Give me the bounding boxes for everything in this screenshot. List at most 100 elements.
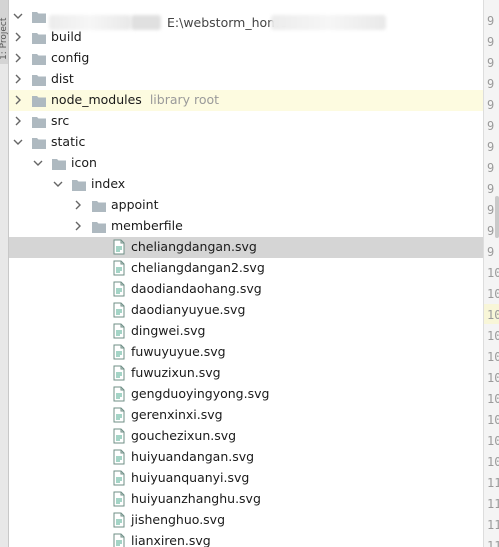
svg-file-icon	[112, 386, 128, 402]
chevron-down-icon[interactable]	[33, 158, 43, 168]
line-number: 10	[487, 287, 499, 301]
tree-file-row[interactable]: gengduoyingyong.svg	[9, 384, 483, 405]
tree-item-label: fuwuzixun.svg	[131, 365, 221, 380]
svg-file-icon	[112, 407, 128, 423]
tree-folder-row[interactable]: appoint	[9, 195, 483, 216]
tree-folder-row[interactable]: memberfile	[9, 216, 483, 237]
line-number: 9	[487, 224, 495, 238]
tree-item-label: huiyuandangan.svg	[131, 449, 254, 464]
svg-file-icon	[112, 239, 128, 255]
tree-item-name: dingwei.svg	[131, 323, 206, 338]
tree-item-label: jishenghuo.svg	[131, 512, 225, 527]
tree-item-name: build	[51, 29, 82, 44]
tree-file-row[interactable]: huiyuanzhanghu.svg	[9, 489, 483, 510]
chevron-down-icon[interactable]	[53, 179, 63, 189]
tree-item-name: dist	[51, 71, 74, 86]
tree-item-label: huiyuanzhanghu.svg	[131, 491, 261, 506]
tree-file-row[interactable]: huiyuandangan.svg	[9, 447, 483, 468]
tree-file-row[interactable]: fuwuyuyue.svg	[9, 342, 483, 363]
scrollbar-thumb[interactable]	[495, 196, 499, 238]
folder-icon	[91, 199, 107, 213]
tree-item-name: node_modules	[51, 92, 142, 107]
svg-file-icon	[112, 344, 128, 360]
folder-icon	[91, 220, 107, 234]
line-number: 11	[487, 518, 499, 532]
chevron-right-icon[interactable]	[13, 53, 23, 63]
folder-icon	[31, 94, 47, 108]
tree-folder-row[interactable]: build	[9, 27, 483, 48]
tree-item-name: fuwuzixun.svg	[131, 365, 221, 380]
folder-icon	[31, 10, 47, 24]
tree-file-row[interactable]: daodianyuyue.svg	[9, 300, 483, 321]
tree-file-row[interactable]: fuwuzixun.svg	[9, 363, 483, 384]
tree-item-label: lianxiren.svg	[131, 533, 211, 547]
line-number: 9	[487, 56, 495, 70]
line-number: 10	[487, 266, 499, 280]
svg-file-icon	[112, 470, 128, 486]
tree-file-row[interactable]: lianxiren.svg	[9, 531, 483, 547]
tree-item-label: node_modules library root	[51, 92, 219, 107]
tree-folder-row[interactable]: dist	[9, 69, 483, 90]
folder-icon	[71, 178, 87, 192]
tree-item-label: static	[51, 134, 85, 149]
tree-item-label: cheliangdangan.svg	[131, 239, 257, 254]
line-number: 11	[487, 497, 499, 511]
tree-file-row[interactable]: dingwei.svg	[9, 321, 483, 342]
svg-file-icon	[112, 449, 128, 465]
tree-item-name: gouchezixun.svg	[131, 428, 237, 443]
tree-folder-row[interactable]: src	[9, 111, 483, 132]
project-tool-tab[interactable]: 1: Project	[0, 0, 9, 64]
tree-item-name: jishenghuo.svg	[131, 512, 226, 527]
chevron-right-icon[interactable]	[13, 32, 23, 42]
tree-item-label: config	[51, 50, 89, 65]
tree-folder-row[interactable]: icon	[9, 153, 483, 174]
tree-file-row[interactable]: huiyuanquanyi.svg	[9, 468, 483, 489]
tree-item-label: dist	[51, 71, 74, 86]
tree-folder-row[interactable]: config	[9, 48, 483, 69]
line-number: 9	[487, 161, 495, 175]
chevron-right-icon[interactable]	[73, 200, 83, 210]
folder-icon	[51, 157, 67, 171]
tree-root-row[interactable]: E:\webstorm_home	[9, 6, 483, 30]
chevron-down-icon[interactable]	[13, 137, 23, 147]
line-number: 10	[487, 455, 499, 469]
tree-file-row[interactable]: jishenghuo.svg	[9, 510, 483, 531]
tree-folder-row[interactable]: node_modules library root	[9, 90, 483, 111]
svg-file-icon	[112, 491, 128, 507]
tree-file-row[interactable]: gouchezixun.svg	[9, 426, 483, 447]
project-tool-window-strip[interactable]: 1: Project	[0, 0, 9, 547]
line-number: 10	[487, 392, 499, 406]
project-tool-tab-label: 1: Project	[0, 17, 9, 60]
tree-file-row[interactable]: cheliangdangan2.svg	[9, 258, 483, 279]
line-number: 10	[487, 329, 499, 343]
tree-item-name: index	[91, 176, 126, 191]
chevron-right-icon[interactable]	[13, 116, 23, 126]
tree-item-label: gengduoyingyong.svg	[131, 386, 269, 401]
chevron-down-icon[interactable]	[13, 11, 23, 21]
chevron-right-icon[interactable]	[13, 95, 23, 105]
tree-item-name: memberfile	[111, 218, 183, 233]
tree-item-name: icon	[71, 155, 97, 170]
line-number: 10	[487, 371, 499, 385]
editor-gutter: 9 9 9 9 9 9 9 9 9 9 9 9 10 10 10 10 10 10 10 10 10 10 11 11 11 11	[483, 0, 499, 547]
tree-file-row[interactable]: cheliangdangan.svg	[9, 237, 483, 258]
folder-icon	[31, 115, 47, 129]
tree-item-label: daodiandaohang.svg	[131, 281, 262, 296]
svg-file-icon	[112, 365, 128, 381]
tree-item-name: cheliangdangan.svg	[131, 239, 257, 254]
tree-folder-row[interactable]: index	[9, 174, 483, 195]
tree-item-name: daodianyuyue.svg	[131, 302, 246, 317]
tree-item-name: lianxiren.svg	[131, 533, 211, 547]
chevron-right-icon[interactable]	[73, 221, 83, 231]
tree-item-name: gerenxinxi.svg	[131, 407, 223, 422]
tree-file-row[interactable]: daodiandaohang.svg	[9, 279, 483, 300]
line-number: 9	[487, 77, 495, 91]
svg-file-icon	[112, 281, 128, 297]
svg-file-icon	[112, 302, 128, 318]
line-number: 11	[487, 476, 499, 490]
chevron-right-icon[interactable]	[13, 74, 23, 84]
tree-folder-row[interactable]: static	[9, 132, 483, 153]
tree-item-label: index	[91, 176, 125, 191]
tree-file-row[interactable]: gerenxinxi.svg	[9, 405, 483, 426]
tree-item-label: appoint	[111, 197, 158, 212]
